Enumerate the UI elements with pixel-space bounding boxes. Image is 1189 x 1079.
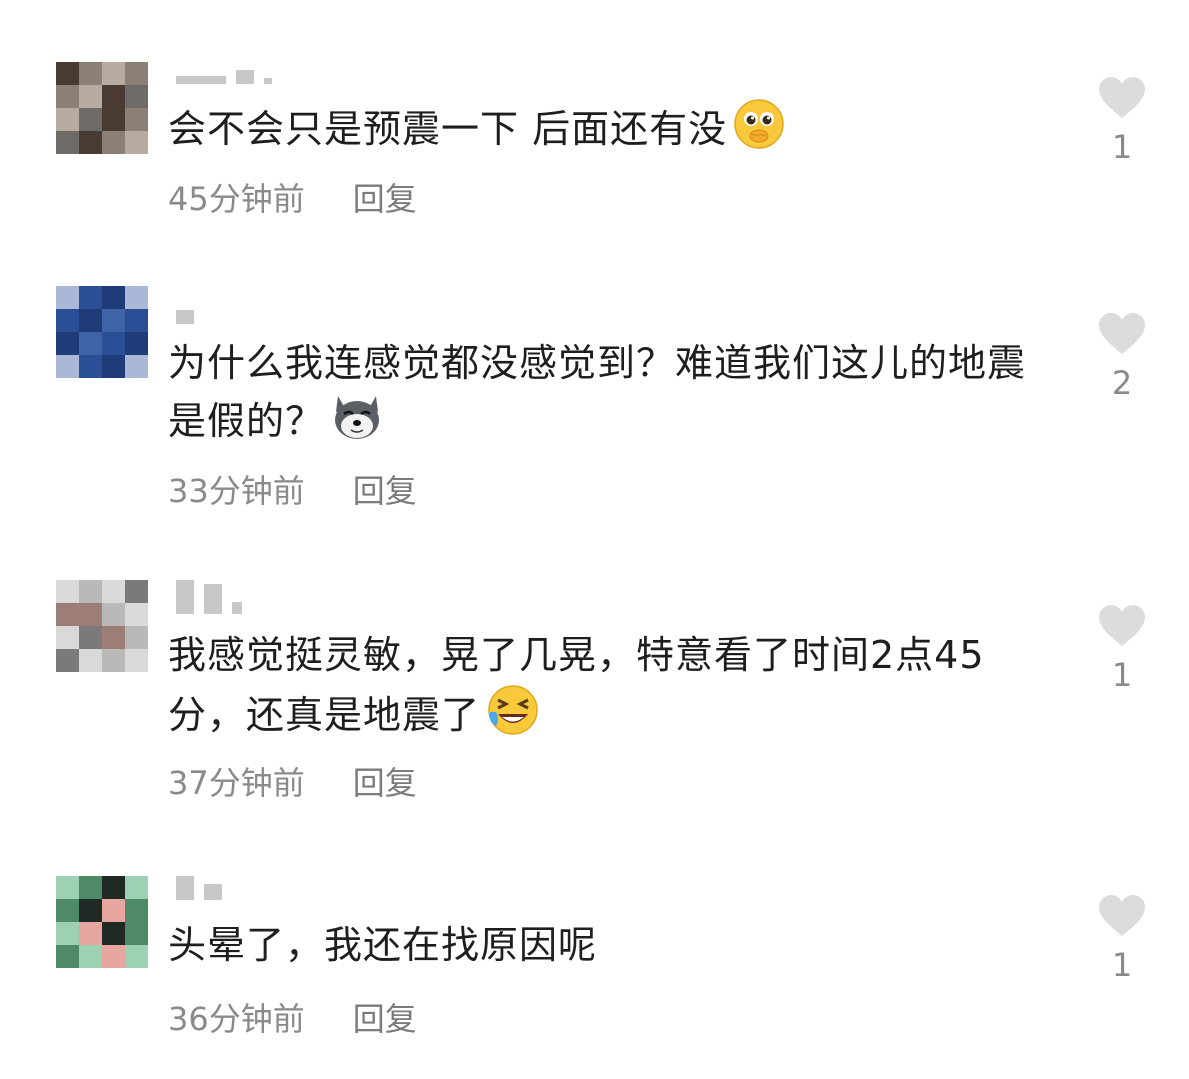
comment-time: 33分钟前 xyxy=(168,472,305,510)
reply-button[interactable]: 回复 xyxy=(353,758,417,804)
pleading-face-icon xyxy=(733,98,785,166)
comment-text: 我感觉挺灵敏，晃了几晃，特意看了时间2点45分，还真是地震了 xyxy=(168,626,1028,752)
comment-time: 36分钟前 xyxy=(168,1000,305,1038)
like-count: 2 xyxy=(1111,364,1133,402)
comment-meta: 37分钟前 回复 xyxy=(168,758,417,804)
username-redacted[interactable] xyxy=(176,876,222,900)
username-redacted[interactable] xyxy=(176,580,242,614)
comment-body: 我感觉挺灵敏，晃了几晃，特意看了时间2点45分，还真是地震了 xyxy=(168,633,985,737)
like-count: 1 xyxy=(1111,656,1133,694)
avatar[interactable] xyxy=(56,286,148,378)
comment-text: 头晕了，我还在找原因呢 xyxy=(168,916,1028,974)
comment-meta: 33分钟前 回复 xyxy=(168,466,417,512)
comment-text: 为什么我连感觉都没感觉到？难道我们这儿的地震是假的？ xyxy=(168,334,1028,458)
husky-dog-icon xyxy=(330,392,384,458)
like-button[interactable]: 2 xyxy=(1094,312,1150,402)
comment-body: 为什么我连感觉都没感觉到？难道我们这儿的地震是假的？ xyxy=(168,341,1027,443)
comment-body: 会不会只是预震一下 后面还有没 xyxy=(168,107,728,151)
like-count: 1 xyxy=(1111,946,1133,984)
avatar[interactable] xyxy=(56,876,148,968)
comment-time: 45分钟前 xyxy=(168,180,305,218)
heart-icon xyxy=(1099,605,1145,646)
comment-meta: 45分钟前 回复 xyxy=(168,174,417,220)
comment-text: 会不会只是预震一下 后面还有没 xyxy=(168,98,1028,166)
reply-button[interactable]: 回复 xyxy=(353,994,417,1040)
reply-button[interactable]: 回复 xyxy=(353,466,417,512)
comment-body: 头晕了，我还在找原因呢 xyxy=(168,923,598,967)
like-count: 1 xyxy=(1111,128,1133,166)
heart-icon xyxy=(1099,895,1145,936)
like-button[interactable]: 1 xyxy=(1094,76,1150,166)
like-button[interactable]: 1 xyxy=(1094,604,1150,694)
reply-button[interactable]: 回复 xyxy=(353,174,417,220)
username-redacted[interactable] xyxy=(176,300,194,324)
comment-meta: 36分钟前 回复 xyxy=(168,994,417,1040)
like-button[interactable]: 1 xyxy=(1094,894,1150,984)
avatar[interactable] xyxy=(56,62,148,154)
avatar[interactable] xyxy=(56,580,148,672)
comment-time: 37分钟前 xyxy=(168,764,305,802)
heart-icon xyxy=(1099,77,1145,118)
rolling-laughing-icon xyxy=(486,684,540,752)
heart-icon xyxy=(1099,313,1145,354)
username-redacted[interactable] xyxy=(176,60,272,84)
